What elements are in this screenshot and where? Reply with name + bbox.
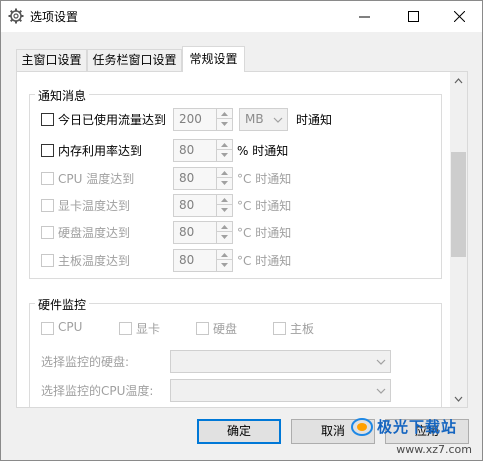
gpu-temp-value: 80	[179, 198, 195, 212]
hw-disk-checkbox[interactable]	[196, 322, 209, 335]
spin-down-icon	[221, 208, 228, 212]
traffic-suffix: 时通知	[296, 113, 333, 127]
scrollbar-thumb[interactable]	[451, 152, 466, 257]
traffic-value: 200	[179, 112, 202, 126]
tab-panel-general: 通知消息 今日已使用流量达到 200 MB 时通知 内存利用率达到 80 % 时…	[16, 71, 468, 408]
disk-temp-label: 硬盘温度达到	[58, 226, 131, 240]
tab-taskbar-window[interactable]: 任务栏窗口设置	[87, 49, 182, 71]
traffic-spinbox[interactable]: 200	[173, 108, 233, 131]
chevron-down-icon	[376, 388, 386, 394]
select-cpu-label: 选择监控的CPU温度:	[41, 384, 154, 398]
disk-temp-spin-down[interactable]	[217, 232, 232, 242]
gpu-temp-spin-up[interactable]	[217, 195, 232, 205]
spin-down-icon	[221, 263, 228, 267]
watermark-brand: 极光下载站	[377, 418, 458, 436]
chevron-down-icon	[273, 117, 283, 123]
board-temp-label: 主板温度达到	[58, 254, 131, 268]
memory-label: 内存利用率达到	[58, 144, 143, 158]
settings-scroll-area[interactable]: 通知消息 今日已使用流量达到 200 MB 时通知 内存利用率达到 80 % 时…	[17, 72, 451, 407]
board-temp-spinbox[interactable]: 80	[173, 249, 233, 272]
spin-down-icon	[221, 235, 228, 239]
hardware-group-legend: 硬件监控	[35, 296, 90, 313]
cpu-temp-spin-up[interactable]	[217, 168, 232, 178]
hw-gpu-checkbox[interactable]	[119, 322, 132, 335]
scroll-up-button[interactable]	[450, 72, 467, 89]
spin-down-icon	[221, 122, 228, 126]
board-temp-suffix: °C 时通知	[237, 254, 292, 268]
memory-checkbox[interactable]	[41, 144, 54, 157]
aurora-logo-icon	[351, 418, 373, 436]
ok-button[interactable]: 确定	[197, 419, 281, 444]
memory-spin-down[interactable]	[217, 150, 232, 160]
board-temp-spin-down[interactable]	[217, 260, 232, 270]
site-watermark: 极光下载站	[351, 416, 476, 438]
board-temp-value: 80	[179, 253, 195, 267]
select-disk-combo[interactable]	[170, 350, 391, 373]
hw-cpu-label: CPU	[58, 320, 83, 334]
spin-up-icon	[221, 197, 228, 202]
spin-up-icon	[221, 224, 228, 229]
memory-suffix: % 时通知	[237, 144, 289, 158]
minimize-button[interactable]	[341, 1, 387, 32]
memory-spinbox[interactable]: 80	[173, 139, 233, 162]
notify-group-legend: 通知消息	[35, 87, 90, 104]
cpu-temp-spin-down[interactable]	[217, 178, 232, 188]
spin-up-icon	[221, 252, 228, 257]
spin-up-icon	[221, 111, 228, 116]
gpu-temp-spinbox[interactable]: 80	[173, 194, 233, 217]
traffic-unit-select[interactable]: MB	[239, 108, 288, 131]
gpu-temp-spin-down[interactable]	[217, 205, 232, 215]
chevron-down-icon	[376, 359, 386, 365]
select-cpu-combo[interactable]	[170, 379, 391, 402]
disk-temp-checkbox[interactable]	[41, 226, 54, 239]
select-disk-label: 选择监控的硬盘:	[41, 355, 130, 369]
traffic-checkbox[interactable]	[41, 113, 54, 126]
close-icon	[453, 11, 465, 22]
tab-general[interactable]: 常规设置	[182, 46, 245, 72]
cpu-temp-value: 80	[179, 171, 195, 185]
scroll-down-button[interactable]	[450, 390, 467, 407]
cpu-temp-checkbox[interactable]	[41, 172, 54, 185]
minimize-icon	[358, 16, 370, 18]
window-title: 选项设置	[30, 10, 79, 24]
disk-temp-spinbox[interactable]: 80	[173, 221, 233, 244]
tab-main-window[interactable]: 主窗口设置	[16, 49, 87, 71]
disk-temp-suffix: °C 时通知	[237, 226, 292, 240]
maximize-icon	[407, 11, 419, 22]
board-temp-checkbox[interactable]	[41, 254, 54, 267]
cpu-temp-label: CPU 温度达到	[58, 172, 135, 186]
gpu-temp-checkbox[interactable]	[41, 199, 54, 212]
spin-down-icon	[221, 181, 228, 185]
hw-gpu-label: 显卡	[136, 322, 161, 336]
traffic-spin-down[interactable]	[217, 119, 232, 129]
chevron-down-icon	[454, 396, 463, 402]
traffic-label: 今日已使用流量达到	[58, 113, 167, 127]
options-window: 选项设置 主窗口设置 任务栏窗口设置 常规设置 通知消息 今日已使用流量达到 2…	[0, 0, 483, 461]
spin-down-icon	[221, 153, 228, 157]
gpu-temp-suffix: °C 时通知	[237, 199, 292, 213]
hw-cpu-checkbox[interactable]	[41, 322, 54, 335]
hw-board-label: 主板	[290, 322, 315, 336]
gpu-temp-label: 显卡温度达到	[58, 199, 131, 213]
disk-temp-spin-up[interactable]	[217, 222, 232, 232]
traffic-unit-value: MB	[245, 112, 264, 126]
spin-up-icon	[221, 170, 228, 175]
cpu-temp-suffix: °C 时通知	[237, 172, 292, 186]
cpu-temp-spinbox[interactable]: 80	[173, 167, 233, 190]
disk-temp-value: 80	[179, 225, 195, 239]
gear-icon	[8, 8, 24, 24]
hw-disk-label: 硬盘	[213, 322, 238, 336]
spin-up-icon	[221, 142, 228, 147]
chevron-up-icon	[454, 77, 463, 83]
title-bar: 选项设置	[1, 1, 482, 32]
close-button[interactable]	[436, 1, 482, 32]
vertical-scrollbar[interactable]	[450, 72, 467, 407]
traffic-spin-up[interactable]	[217, 109, 232, 119]
memory-value: 80	[179, 143, 195, 157]
board-temp-spin-up[interactable]	[217, 250, 232, 260]
maximize-button[interactable]	[390, 1, 436, 32]
memory-spin-up[interactable]	[217, 140, 232, 150]
hw-board-checkbox[interactable]	[273, 322, 286, 335]
watermark-url: www.xz7.com	[396, 443, 472, 456]
